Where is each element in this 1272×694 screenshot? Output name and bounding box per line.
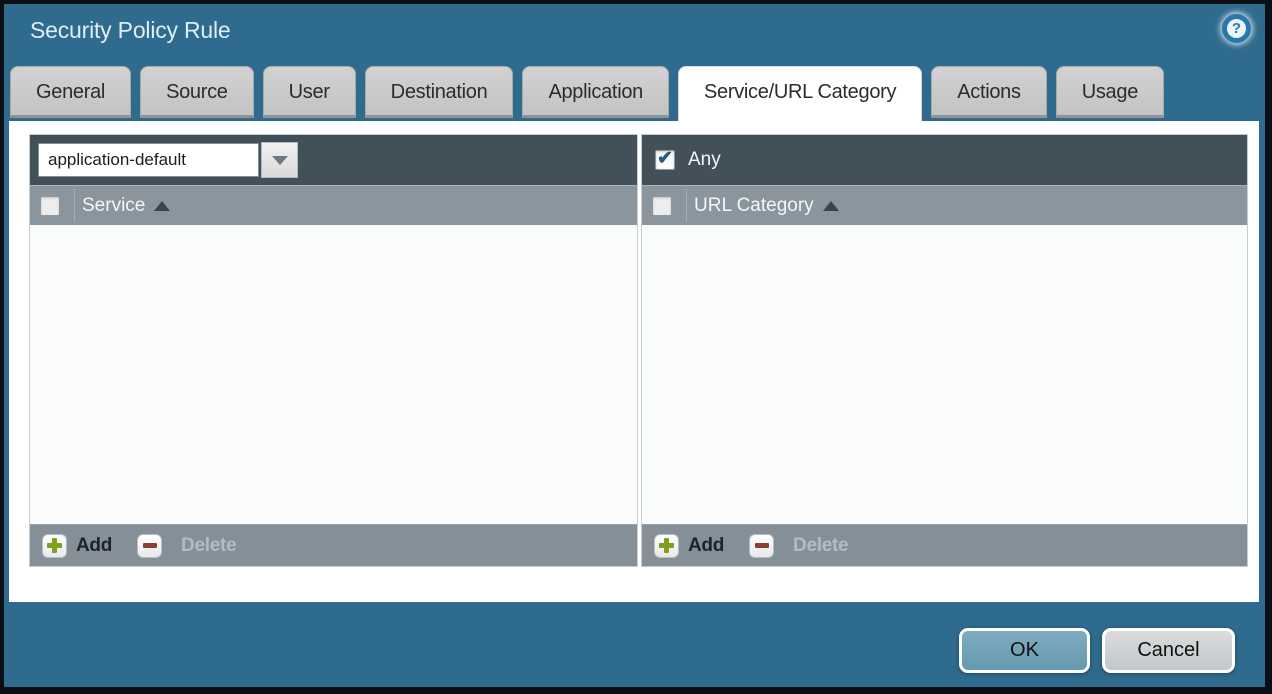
add-icon — [42, 534, 67, 558]
sort-ascending-icon[interactable] — [823, 201, 839, 211]
tab-bar: General Source User Destination Applicat… — [10, 66, 1255, 121]
url-category-footer: Add Delete — [642, 524, 1247, 566]
tab-user[interactable]: User — [263, 66, 356, 118]
delete-icon — [749, 534, 774, 558]
service-column-header: Service — [30, 185, 637, 225]
add-icon — [654, 534, 679, 558]
help-icon[interactable]: ? — [1222, 14, 1251, 43]
service-add-button[interactable]: Add — [42, 534, 112, 558]
service-type-bar — [30, 135, 637, 185]
url-category-column-header: URL Category — [642, 185, 1247, 225]
url-add-button[interactable]: Add — [654, 534, 724, 558]
url-category-list[interactable] — [642, 225, 1247, 524]
column-divider — [686, 189, 687, 222]
security-policy-rule-dialog: Security Policy Rule ? General Source Us… — [0, 0, 1272, 694]
ok-button[interactable]: OK — [959, 628, 1090, 673]
tab-actions[interactable]: Actions — [931, 66, 1047, 118]
url-any-bar: Any — [642, 135, 1247, 185]
service-type-dropdown-button[interactable] — [261, 142, 298, 178]
tab-general[interactable]: General — [10, 66, 131, 118]
tab-content: Service Add Delete Any — [9, 121, 1259, 602]
tab-usage[interactable]: Usage — [1056, 66, 1164, 118]
service-delete-button[interactable]: Delete — [121, 534, 236, 558]
service-select-all-checkbox[interactable] — [40, 196, 60, 216]
url-any-label: Any — [688, 149, 721, 171]
service-list[interactable] — [30, 225, 637, 524]
sort-ascending-icon[interactable] — [154, 201, 170, 211]
delete-label: Delete — [793, 535, 848, 557]
service-footer: Add Delete — [30, 524, 637, 566]
tab-application[interactable]: Application — [522, 66, 669, 118]
service-type-input[interactable] — [38, 143, 259, 177]
delete-icon — [137, 534, 162, 558]
add-label: Add — [688, 535, 724, 557]
tab-source[interactable]: Source — [140, 66, 254, 118]
service-column-label[interactable]: Service — [82, 195, 145, 217]
url-delete-button[interactable]: Delete — [733, 534, 848, 558]
url-any-checkbox[interactable] — [655, 150, 675, 170]
add-label: Add — [76, 535, 112, 557]
cancel-button[interactable]: Cancel — [1102, 628, 1235, 673]
url-category-panel: Any URL Category Add Delete — [641, 134, 1248, 567]
delete-label: Delete — [181, 535, 236, 557]
dialog-title: Security Policy Rule — [30, 17, 231, 44]
url-category-column-label[interactable]: URL Category — [694, 195, 814, 217]
chevron-down-icon — [272, 156, 288, 165]
column-divider — [74, 189, 75, 222]
service-panel: Service Add Delete — [29, 134, 638, 567]
tab-service-url-category[interactable]: Service/URL Category — [678, 66, 922, 121]
url-select-all-checkbox[interactable] — [652, 196, 672, 216]
tab-destination[interactable]: Destination — [365, 66, 514, 118]
